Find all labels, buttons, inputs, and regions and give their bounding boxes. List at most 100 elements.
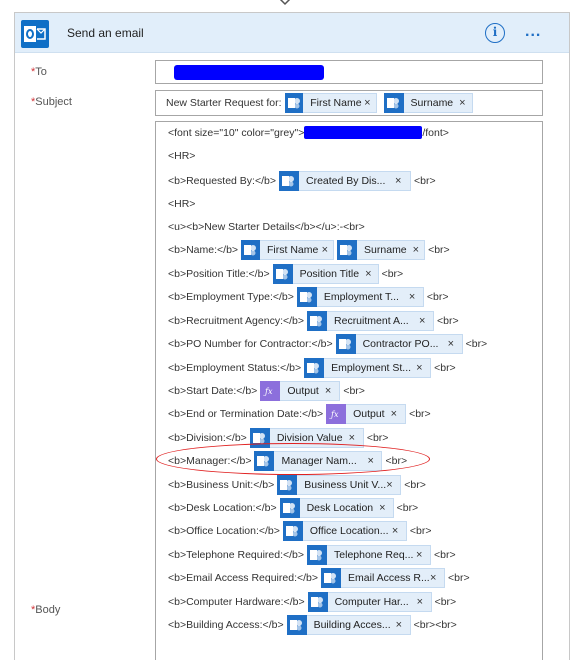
close-icon[interactable]: ×	[395, 175, 406, 187]
body-text: <br>	[396, 502, 419, 514]
token-position-title[interactable]: Position Title ×	[272, 264, 379, 284]
outlook-icon	[21, 20, 49, 48]
body-line: <b>Telephone Required:</b> Telephone Req…	[168, 545, 456, 565]
close-icon[interactable]: ×	[409, 291, 420, 303]
close-icon[interactable]: ×	[386, 479, 397, 491]
body-text: <HR>	[168, 150, 196, 162]
close-icon[interactable]: ×	[365, 268, 376, 280]
expression-fx-icon: ƒx	[260, 381, 281, 401]
token-first-name[interactable]: First Name ×	[241, 240, 335, 260]
token-employment-type[interactable]: Employment T... ×	[296, 287, 424, 307]
action-header[interactable]: Send an email i ...	[15, 13, 569, 53]
token-label: Recruitment A...	[334, 315, 409, 327]
subject-line: New Starter Request for: First Name × Sur…	[166, 93, 476, 113]
token-label: Output	[287, 385, 319, 397]
body-text: <u><b>New Starter Details</b></u>:-<br>	[168, 221, 365, 233]
token-label: First Name	[310, 97, 362, 109]
subject-label: *Subject	[31, 96, 72, 108]
close-icon[interactable]: ×	[419, 315, 430, 327]
close-icon[interactable]: ×	[391, 408, 402, 420]
expression-fx-icon: ƒx	[326, 404, 347, 424]
body-label-text: Body	[35, 604, 61, 616]
body-text: <b>End or Termination Date:</b>	[168, 408, 324, 420]
body-line: <b>Computer Hardware:</b> Computer Har..…	[168, 592, 456, 612]
body-text: <b>Employment Type:</b>	[168, 291, 294, 303]
body-text: <br>	[434, 549, 456, 561]
token-output-end[interactable]: ƒx Output ×	[326, 404, 407, 424]
body-text: <br><br>	[413, 619, 457, 631]
close-icon[interactable]: ×	[364, 97, 375, 109]
token-email-access[interactable]: Email Access R... ×	[321, 568, 446, 588]
body-text: <b>Employment Status:</b>	[168, 362, 302, 374]
sharepoint-icon	[307, 311, 328, 331]
sharepoint-icon	[272, 264, 293, 284]
close-icon[interactable]: ×	[448, 338, 459, 350]
token-first-name[interactable]: First Name ×	[284, 93, 377, 113]
token-building-access[interactable]: Building Acces... ×	[286, 615, 411, 635]
body-text: <br>	[381, 268, 404, 280]
token-contractor-po[interactable]: Contractor PO... ×	[335, 334, 463, 354]
subject-label-text: Subject	[35, 96, 72, 108]
token-business-unit[interactable]: Business Unit V... ×	[277, 475, 402, 495]
body-line: <b>Office Location:</b> Office Location.…	[168, 521, 432, 541]
to-label-text: To	[35, 66, 47, 78]
token-surname[interactable]: Surname ×	[337, 240, 426, 260]
token-label: Surname	[364, 244, 407, 256]
close-icon[interactable]: ×	[322, 244, 333, 256]
token-desk-location[interactable]: Desk Location ×	[279, 498, 394, 518]
sharepoint-icon	[241, 240, 260, 260]
body-text: <b>Position Title:</b>	[168, 268, 270, 280]
down-arrow-icon	[279, 0, 291, 6]
close-icon[interactable]: ×	[413, 244, 424, 256]
token-label: Employment St...	[331, 362, 412, 374]
info-icon[interactable]: i	[485, 23, 505, 43]
token-output-start[interactable]: ƒx Output ×	[260, 381, 341, 401]
body-line: <b>Position Title:</b> Position Title × <…	[168, 264, 403, 284]
svg-text:ƒx: ƒx	[263, 387, 273, 396]
close-icon[interactable]: ×	[379, 502, 390, 514]
close-icon[interactable]: ×	[459, 97, 470, 109]
token-employment-status[interactable]: Employment St... ×	[304, 358, 432, 378]
body-text: <br>	[434, 362, 456, 374]
body-text: <br>	[404, 479, 426, 491]
body-text: <b>Telephone Required:</b>	[168, 549, 305, 561]
close-icon[interactable]: ×	[416, 549, 427, 561]
token-recruitment-agency[interactable]: Recruitment A... ×	[307, 311, 435, 331]
close-icon[interactable]: ×	[416, 362, 427, 374]
close-icon[interactable]: ×	[430, 572, 441, 584]
body-line: <HR>	[168, 198, 195, 210]
body-field[interactable]: <font size="10" color="grey"> /font> <HR>…	[155, 121, 543, 660]
action-title: Send an email	[67, 26, 144, 40]
to-field[interactable]	[155, 60, 543, 84]
sharepoint-icon	[383, 93, 404, 113]
token-office-location[interactable]: Office Location... ×	[282, 521, 407, 541]
token-computer-hardware[interactable]: Computer Har... ×	[307, 592, 432, 612]
sharepoint-icon	[296, 287, 317, 307]
close-icon[interactable]: ×	[417, 596, 428, 608]
close-icon[interactable]: ×	[325, 385, 336, 397]
token-telephone[interactable]: Telephone Req... ×	[307, 545, 432, 565]
token-label: Computer Har...	[334, 596, 409, 608]
sharepoint-icon	[277, 475, 298, 495]
body-text: <br>	[414, 175, 436, 187]
body-text: <b>Building Access:</b>	[168, 619, 284, 631]
token-label: Output	[353, 408, 385, 420]
sharepoint-icon	[337, 240, 358, 260]
token-created-by[interactable]: Created By Dis... ×	[279, 171, 411, 191]
token-label: Office Location...	[309, 525, 389, 537]
body-line: <b>Start Date:</b> ƒx Output × <br>	[168, 381, 365, 401]
close-icon[interactable]: ×	[396, 619, 407, 631]
body-text: /font>	[422, 126, 449, 139]
to-label: *To	[31, 66, 47, 78]
more-options-icon[interactable]: ...	[525, 23, 541, 41]
close-icon[interactable]: ×	[392, 525, 403, 537]
body-text: <b>Recruitment Agency:</b>	[168, 315, 305, 327]
body-text: <br>	[426, 291, 449, 303]
subject-field[interactable]: New Starter Request for: First Name × Sur…	[155, 90, 543, 116]
sharepoint-icon	[335, 334, 356, 354]
body-text: <br>	[437, 315, 459, 327]
token-label: Employment T...	[323, 291, 399, 303]
body-text: <b>Business Unit:</b>	[168, 479, 275, 491]
token-surname[interactable]: Surname ×	[383, 93, 473, 113]
close-icon[interactable]: ×	[349, 432, 360, 444]
